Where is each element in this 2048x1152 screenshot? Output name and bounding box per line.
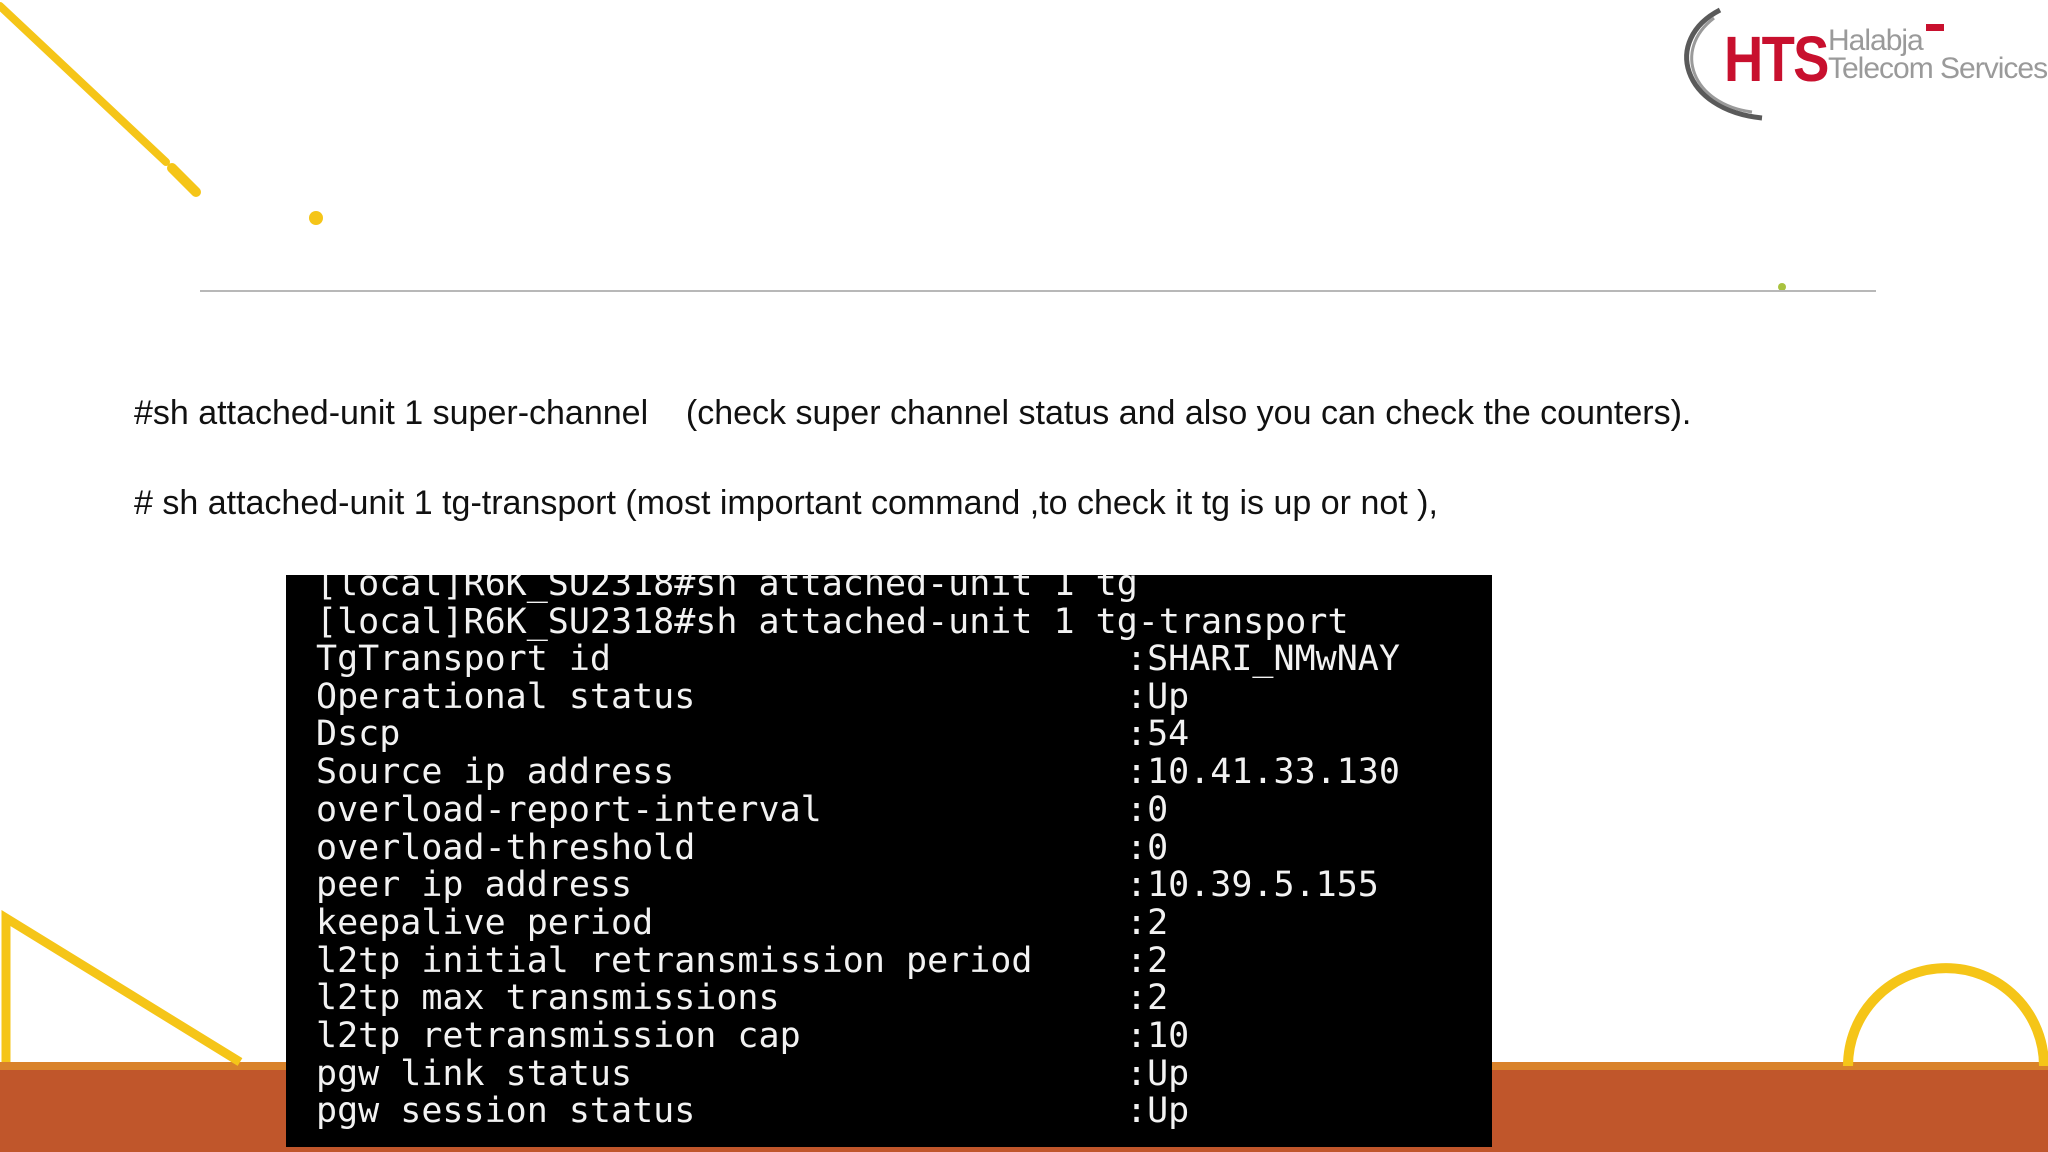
terminal-row-value: :10.41.33.130 [1126,752,1400,793]
terminal-row-label: l2tp initial retransmission period [316,940,1033,981]
terminal-row: Dscp :54 [316,715,1466,753]
terminal-row-label: peer ip address [316,865,633,906]
terminal-row: pgw link status :Up [316,1055,1466,1093]
terminal-row-value: :10 [1126,1016,1190,1056]
header-divider [200,290,1876,292]
logo-mark: HTS [1724,23,1829,95]
terminal-row-value: :Up [1126,1091,1190,1132]
command-note-super-channel: #sh attached-unit 1 super-channel (check… [134,394,1692,432]
terminal-row: overload-report-interval :0 [316,791,1466,829]
terminal-row-value: :0 [1126,827,1169,868]
top-left-yellow-stroke [0,2,170,166]
company-logo: HTS Halabja Telecom Services [1672,0,2048,130]
terminal-row: l2tp initial retransmission period :2 [316,942,1466,980]
terminal-row-label: pgw link status [316,1053,633,1094]
terminal-row-value: :SHARI_NMwNAY [1126,639,1400,679]
top-left-yellow-dash [167,163,201,197]
terminal-row: pgw session status :Up [316,1092,1466,1130]
terminal-row-label: keepalive period [316,902,654,943]
command-note-tg-transport: # sh attached-unit 1 tg-transport (most … [134,484,1438,522]
terminal-row-label: Operational status [316,676,696,717]
terminal-screenshot: [local]R6K_SU2318#sh attached-unit 1 tg … [286,575,1492,1147]
bottom-right-yellow-arc [1843,963,2048,1067]
logo-company-subtitle: Telecom Services [1828,52,2048,85]
terminal-row: keepalive period :2 [316,904,1466,942]
terminal-row: Source ip address :10.41.33.130 [316,753,1466,791]
terminal-row-label: l2tp max transmissions [316,978,780,1019]
terminal-row: overload-threshold :0 [316,829,1466,867]
terminal-row-label: pgw session status [316,1091,696,1132]
terminal-row: Operational status :Up [316,678,1466,716]
terminal-row-value: :0 [1126,789,1169,830]
terminal-row-value: :Up [1126,1053,1190,1094]
yellow-dot [309,211,323,225]
terminal-row-label: overload-threshold [316,827,696,868]
terminal-row: l2tp max transmissions :2 [316,979,1466,1017]
terminal-row-value: :10.39.5.155 [1126,865,1379,906]
terminal-row: l2tp retransmission cap :10 [316,1017,1466,1055]
terminal-row-label: TgTransport id [316,639,612,679]
terminal-row: peer ip address :10.39.5.155 [316,866,1466,904]
bottom-left-yellow-triangle [1,909,243,1066]
terminal-row-label: Source ip address [316,752,675,793]
terminal-row: TgTransport id :SHARI_NMwNAY [316,640,1466,678]
terminal-row-label: overload-report-interval [316,789,822,830]
terminal-row-value: :2 [1126,978,1169,1019]
terminal-row-value: :2 [1126,940,1169,981]
terminal-row-label: l2tp retransmission cap [316,1016,801,1056]
terminal-row-value: :Up [1126,676,1190,717]
terminal-row-value: :2 [1126,902,1169,943]
terminal-row-value: :54 [1126,714,1190,755]
terminal-prompt-line: [local]R6K_SU2318#sh attached-unit 1 tg-… [316,602,1349,642]
terminal-row-label: Dscp [316,714,401,755]
terminal-prompt-line: [local]R6K_SU2318#sh attached-unit 1 tg [316,575,1138,604]
